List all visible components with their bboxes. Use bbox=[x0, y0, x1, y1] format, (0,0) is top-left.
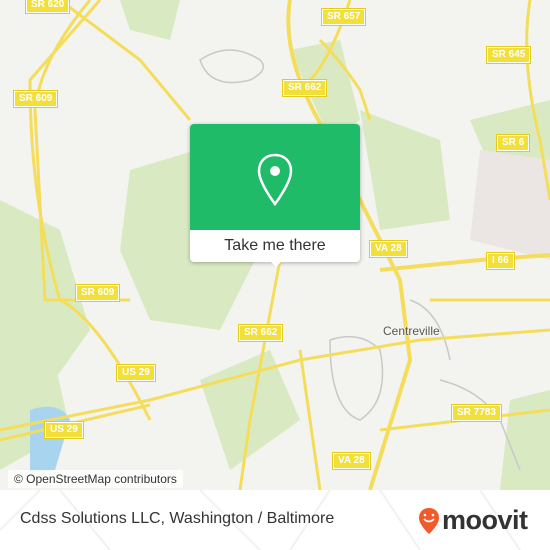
road-label: SR 6 bbox=[495, 134, 531, 152]
moovit-logo[interactable]: moovit bbox=[418, 505, 528, 536]
place-label: Centreville bbox=[383, 324, 440, 338]
moovit-pin-icon bbox=[419, 507, 439, 534]
road-label: SR 609 bbox=[12, 90, 59, 108]
take-me-there-button[interactable]: Take me there bbox=[190, 230, 360, 262]
road-label: SR 662 bbox=[281, 79, 328, 97]
popup-pointer bbox=[269, 260, 283, 267]
road-label: I 66 bbox=[486, 252, 515, 270]
location-title: Cdss Solutions LLC, Washington / Baltimo… bbox=[20, 510, 335, 527]
popup-header bbox=[190, 124, 360, 230]
moovit-wordmark: moovit bbox=[442, 505, 528, 535]
road-label: US 29 bbox=[116, 364, 156, 382]
road-label: SR 7783 bbox=[451, 404, 502, 422]
destination-popup: Take me there bbox=[190, 124, 360, 267]
road-label: VA 28 bbox=[369, 240, 408, 258]
road-label: SR 662 bbox=[237, 324, 284, 342]
map[interactable]: SR 620 SR 657 SR 645 SR 662 SR 609 SR 6 … bbox=[0, 0, 550, 490]
road-label: VA 28 bbox=[332, 452, 371, 470]
road-label: US 29 bbox=[44, 421, 84, 439]
location-pin-icon bbox=[257, 153, 293, 207]
attribution-text: © OpenStreetMap contributors bbox=[14, 472, 177, 486]
road-label: SR 645 bbox=[485, 46, 532, 64]
road-label: SR 657 bbox=[320, 8, 367, 26]
attribution[interactable]: © OpenStreetMap contributors bbox=[8, 470, 183, 488]
road-label: SR 609 bbox=[74, 284, 121, 302]
road-label: SR 620 bbox=[24, 0, 71, 14]
